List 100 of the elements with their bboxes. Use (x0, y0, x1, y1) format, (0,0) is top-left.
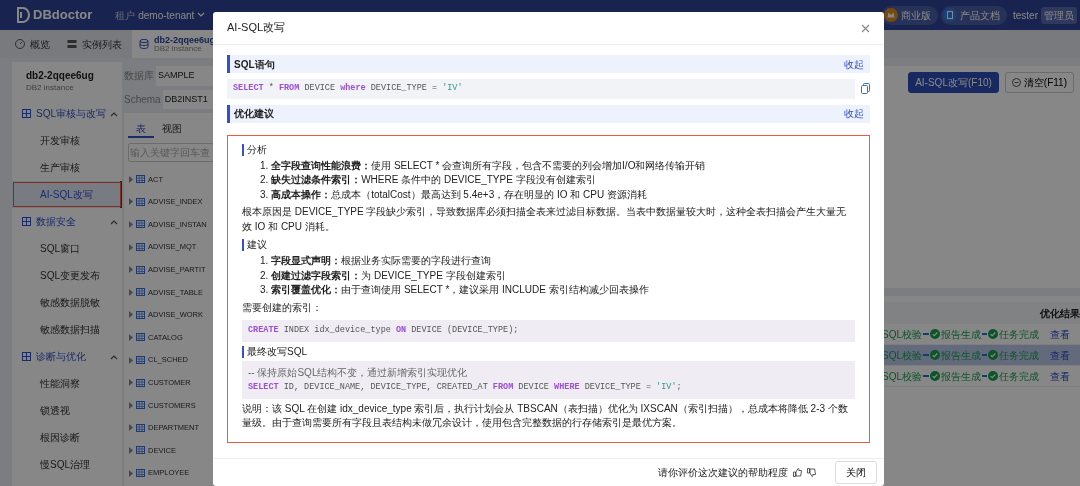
caret-right-icon[interactable] (128, 311, 133, 319)
caret-right-icon[interactable] (128, 243, 133, 251)
column-header: 优化结果 (1039, 306, 1080, 321)
thumbs-down-icon[interactable] (807, 468, 816, 477)
caret-right-icon[interactable] (128, 424, 133, 432)
step-label: 报告生成 (940, 369, 981, 384)
menu-item[interactable]: AI-SQL改写 (12, 181, 122, 208)
paragraph: 说明：该 SQL 在创建 idx_device_type 索引后，执行计划会从 TBSCAN（表扫描）优化为 IXSCAN（索引扫描），总成本将降低 2-3 个数量级。由于查询需要所有字段且表结构未做冗余设计，使用包含完整数据的行存储索引是最优方案。 (242, 401, 849, 431)
list-icon (66, 38, 78, 50)
table-icon (136, 469, 145, 477)
section-heading: 建议 (242, 239, 855, 252)
menu-item[interactable]: 生产审核 (12, 154, 122, 181)
collapse-link[interactable]: 收起 (844, 56, 864, 72)
caret-right-icon[interactable] (128, 221, 133, 228)
select-field[interactable]: DB2INST1 (162, 89, 213, 109)
view-tab[interactable]: 视图 (154, 119, 190, 138)
menu-item[interactable]: SQL窗口 (12, 235, 122, 262)
menu-item[interactable]: 性能洞察 (12, 370, 122, 397)
paragraph: 需要创建的索引： (242, 300, 323, 315)
tenant-selector[interactable]: demo-tenant (138, 7, 206, 23)
step-label: 任务完成 (999, 348, 1039, 363)
caret-right-icon[interactable] (128, 198, 133, 206)
table-icon (136, 333, 145, 342)
table-icon (136, 423, 145, 432)
page-tab[interactable]: 概览 (8, 30, 56, 58)
table-icon (136, 220, 145, 229)
menu-group[interactable]: 诊断与优化 (12, 343, 122, 370)
select-field[interactable]: SAMPLE (156, 66, 213, 86)
feedback-prompt: 请你评价这次建议的帮助程度 (658, 466, 788, 480)
close-icon[interactable] (861, 23, 870, 33)
rewrite-button[interactable]: AI-SQL改写(F10) (908, 72, 999, 93)
table-icon (136, 265, 145, 274)
menu-item[interactable]: 敏感数据脱敏 (12, 289, 122, 316)
menu-group[interactable]: SQL审核与改写 (12, 100, 122, 127)
caret-right-icon[interactable] (128, 288, 133, 296)
copy-icon[interactable] (861, 83, 870, 95)
logo-icon (16, 7, 30, 23)
collapse-link[interactable]: 收起 (844, 106, 864, 122)
list-item: 1. 字段显式声明：根据业务实际需要的字段进行查询 (260, 254, 493, 269)
menu-group[interactable]: 数据安全 (12, 208, 122, 235)
table-icon (136, 288, 145, 297)
check-circle-icon (929, 350, 940, 360)
list-item: 2. 缺失过滤条件索引：WHERE 条件中的 DEVICE_TYPE 字段没有创建索引 (260, 173, 597, 188)
view-tab[interactable]: 表 (128, 119, 154, 138)
menu-item[interactable]: 慢SQL治理 (12, 451, 122, 478)
table-icon (136, 446, 145, 455)
section-title: 优化建议 (234, 107, 274, 122)
section-heading: 最终改写SQL (242, 345, 855, 358)
grid-icon (22, 217, 31, 226)
list-item: 3. 索引覆盖优化：由于查询使用 SELECT *，建议采用 INCLUDE 索引结构减少回表操作 (260, 283, 650, 298)
caret-right-icon[interactable] (128, 356, 133, 364)
menu-item[interactable]: 开发审核 (12, 127, 122, 154)
check-circle-icon (988, 350, 998, 360)
section-heading: 分析 (242, 143, 855, 156)
caret-right-icon[interactable] (128, 446, 133, 454)
check-circle-icon (988, 371, 998, 381)
step-label: 报告生成 (940, 348, 981, 363)
instance-name: db2-2qqee6ug (25, 70, 95, 82)
modal-title: AI-SQL改写 (227, 21, 286, 35)
caret-right-icon[interactable] (128, 175, 133, 183)
caret-right-icon[interactable] (128, 379, 133, 387)
check-circle-icon (988, 329, 998, 339)
section-title: SQL语句 (234, 57, 275, 72)
edition-button[interactable]: 商业版 (882, 5, 938, 25)
caret-right-icon[interactable] (128, 469, 133, 477)
view-link[interactable]: 查看 (1039, 326, 1080, 342)
grid-icon (22, 352, 31, 361)
caret-right-icon[interactable] (128, 266, 133, 274)
table-icon (136, 175, 145, 184)
database-icon (138, 38, 150, 50)
document-icon (943, 8, 957, 22)
step-label: 报告生成 (940, 327, 981, 342)
minus-circle-icon (1011, 78, 1021, 87)
table-icon (136, 243, 145, 252)
docs-button[interactable]: 产品文档 (941, 5, 1007, 25)
menu-item[interactable]: 敏感数据扫描 (12, 316, 122, 343)
clear-button[interactable]: 清空(F11) (1004, 72, 1074, 93)
dashboard-icon (14, 38, 26, 50)
grid-icon (22, 109, 31, 118)
menu-item[interactable]: 根因诊断 (12, 424, 122, 451)
role-badge: 管理员 (1041, 6, 1077, 24)
list-item: 3. 高成本操作：总成本（totalCost）最高达到 5.4e+3，存在明显的 IO 和 CPU 资源消耗 (260, 187, 648, 202)
check-circle-icon (929, 371, 940, 381)
logo-text: DBdoctor (33, 6, 93, 25)
step-label: 任务完成 (999, 327, 1039, 342)
tenant-label: 租户 (115, 8, 136, 23)
close-button[interactable]: 关闭 (835, 461, 877, 484)
chevron-up-icon (110, 218, 118, 225)
page-tab[interactable]: 实例列表 (60, 30, 128, 58)
caret-right-icon[interactable] (128, 333, 133, 341)
table-icon (136, 401, 145, 410)
view-link[interactable]: 查看 (1039, 347, 1080, 363)
menu-item[interactable]: 锁透视 (12, 397, 122, 424)
caret-right-icon[interactable] (128, 401, 133, 409)
step-label: 任务完成 (999, 369, 1039, 384)
view-link[interactable]: 查看 (1039, 368, 1080, 384)
menu-item[interactable]: SQL变更发布 (12, 262, 122, 289)
thumbs-up-icon[interactable] (793, 468, 802, 477)
code-line: SELECT * FROM DEVICE where DEVICE_TYPE = 'IV' (233, 82, 464, 95)
user-name[interactable]: tester (1013, 7, 1038, 23)
